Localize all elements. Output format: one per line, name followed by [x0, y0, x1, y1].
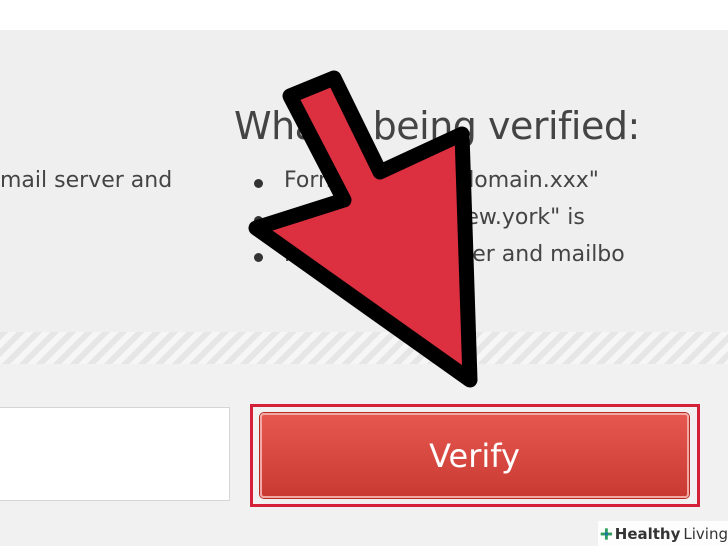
- bullet-icon: [254, 179, 263, 188]
- bullet-icon: [254, 253, 263, 262]
- watermark-brand-secondary: Living: [683, 524, 728, 543]
- striped-divider: [0, 332, 728, 364]
- email-input[interactable]: [0, 407, 230, 501]
- list-item-text: ..."somebody@new.york" is: [284, 205, 585, 230]
- list-item-text: Mailbox: if the user and mailbo: [284, 242, 625, 267]
- verification-heading: What's being verified:: [234, 104, 640, 148]
- healthy-living-logo-icon: [600, 527, 613, 540]
- bullet-icon: [254, 216, 263, 225]
- list-item-text: Format: name@domain.xxx": [284, 168, 599, 193]
- watermark-brand: Healthy: [614, 524, 681, 543]
- description-text: mail server and: [0, 168, 173, 193]
- top-strip: [0, 0, 728, 30]
- watermark: Healthy Living: [598, 521, 728, 546]
- verify-button[interactable]: Verify: [260, 413, 689, 498]
